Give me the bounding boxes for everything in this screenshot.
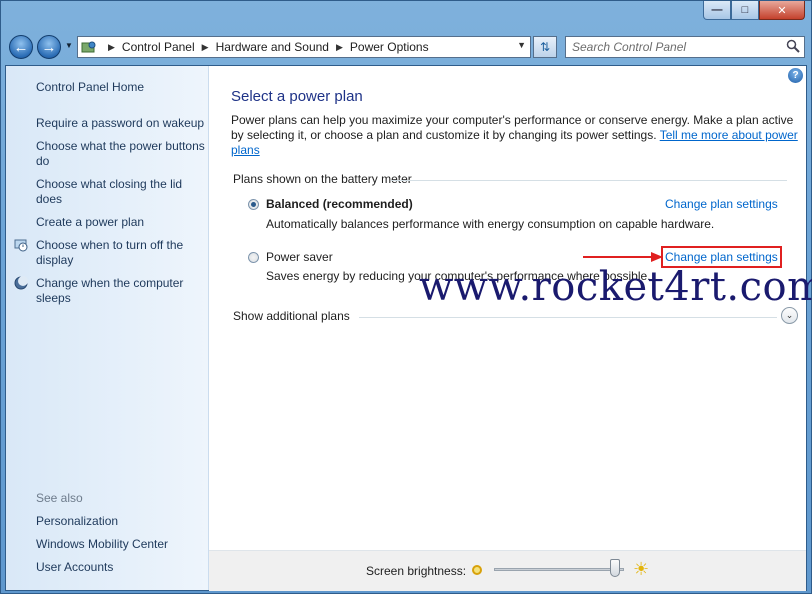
- breadcrumb-separator[interactable]: ▶: [202, 42, 209, 53]
- expand-button[interactable]: ⌄: [781, 307, 798, 324]
- page-title: Select a power plan: [231, 88, 363, 105]
- brightness-label: Screen brightness:: [366, 564, 467, 578]
- breadcrumb-control-panel[interactable]: Control Panel: [122, 40, 195, 54]
- window: — □ ✕ ← → ▼ ▶ Control Panel ▶ Hardware a…: [0, 0, 812, 594]
- sidebar-link-create-plan[interactable]: Create a power plan: [36, 215, 206, 230]
- refresh-icon: ⇅: [539, 40, 551, 54]
- red-arrow-annotation: [583, 252, 663, 262]
- search-icon: [786, 39, 800, 53]
- sidebar-link-closing-lid[interactable]: Choose what closing the lid does: [36, 177, 206, 207]
- sidebar-link-require-password[interactable]: Require a password on wakeup: [36, 116, 206, 131]
- sidebar-link-user-accounts[interactable]: User Accounts: [36, 560, 206, 575]
- see-also-heading: See also: [36, 491, 83, 505]
- plan-name-balanced[interactable]: Balanced (recommended): [266, 197, 413, 211]
- show-additional-plans-label[interactable]: Show additional plans: [233, 309, 350, 323]
- battery-meter-group-label: Plans shown on the battery meter: [233, 172, 412, 186]
- sidebar-link-computer-sleeps[interactable]: Change when the computer sleeps: [36, 276, 206, 306]
- chevron-down-icon: ⌄: [785, 310, 794, 320]
- plan-desc-balanced: Automatically balances performance with …: [266, 217, 715, 231]
- brightness-slider-thumb[interactable]: [609, 559, 620, 577]
- navigation-toolbar: ← → ▼ ▶ Control Panel ▶ Hardware and Sou…: [1, 31, 812, 61]
- breadcrumb-power-options[interactable]: Power Options: [350, 40, 429, 54]
- caption-buttons: — □ ✕: [703, 1, 805, 20]
- forward-button[interactable]: →: [37, 35, 61, 59]
- plan-name-power-saver[interactable]: Power saver: [266, 250, 333, 264]
- plan-desc-power-saver: Saves energy by reducing your computer's…: [266, 269, 651, 283]
- sidebar-link-mobility-center[interactable]: Windows Mobility Center: [36, 537, 206, 552]
- address-dropdown-icon[interactable]: ▼: [517, 40, 526, 50]
- help-icon: ?: [792, 70, 799, 81]
- brightness-slider-track[interactable]: [494, 568, 624, 571]
- group-divider: [391, 180, 787, 181]
- sidebar-link-control-panel-home[interactable]: Control Panel Home: [36, 80, 206, 95]
- close-button[interactable]: ✕: [759, 1, 805, 20]
- back-arrow-icon: ←: [13, 38, 29, 56]
- maximize-button[interactable]: □: [731, 1, 759, 20]
- radio-power-saver[interactable]: [248, 252, 259, 263]
- minimize-button[interactable]: —: [703, 1, 731, 20]
- sidebar-link-power-buttons[interactable]: Choose what the power buttons do: [36, 139, 206, 169]
- help-button[interactable]: ?: [788, 68, 803, 83]
- dim-sun-icon: [472, 565, 482, 575]
- content-area: Control Panel Home Require a password on…: [5, 65, 812, 591]
- bright-sun-icon: ☀: [633, 559, 650, 579]
- breadcrumb-hardware-and-sound[interactable]: Hardware and Sound: [216, 40, 329, 54]
- search-input[interactable]: Search Control Panel: [565, 36, 805, 58]
- breadcrumb-separator[interactable]: ▶: [336, 42, 343, 53]
- brightness-bar: Screen brightness: ☀: [209, 550, 806, 591]
- sidebar-link-turn-off-display[interactable]: Choose when to turn off the display: [36, 238, 206, 268]
- sleep-moon-icon: [14, 276, 28, 290]
- breadcrumb-separator: ▶: [108, 41, 115, 52]
- forward-arrow-icon: →: [41, 38, 57, 56]
- search-placeholder: Search Control Panel: [572, 40, 687, 54]
- back-button[interactable]: ←: [9, 35, 33, 59]
- additional-divider: [359, 317, 777, 318]
- change-plan-settings-balanced[interactable]: Change plan settings: [665, 197, 778, 211]
- task-pane: Control Panel Home Require a password on…: [6, 66, 209, 590]
- change-plan-settings-power-saver[interactable]: Change plan settings: [661, 246, 782, 268]
- history-dropdown-icon[interactable]: ▼: [65, 41, 75, 53]
- address-bar[interactable]: ▶ Control Panel ▶ Hardware and Sound ▶ P…: [77, 36, 531, 58]
- control-panel-icon: [81, 41, 96, 53]
- radio-balanced[interactable]: [248, 199, 259, 210]
- refresh-button[interactable]: ⇅: [533, 36, 557, 58]
- display-clock-icon: [14, 239, 28, 252]
- main-panel: ? Select a power plan Power plans can he…: [209, 66, 812, 590]
- intro-paragraph: Power plans can help you maximize your c…: [231, 113, 801, 158]
- sidebar-link-personalization[interactable]: Personalization: [36, 514, 206, 529]
